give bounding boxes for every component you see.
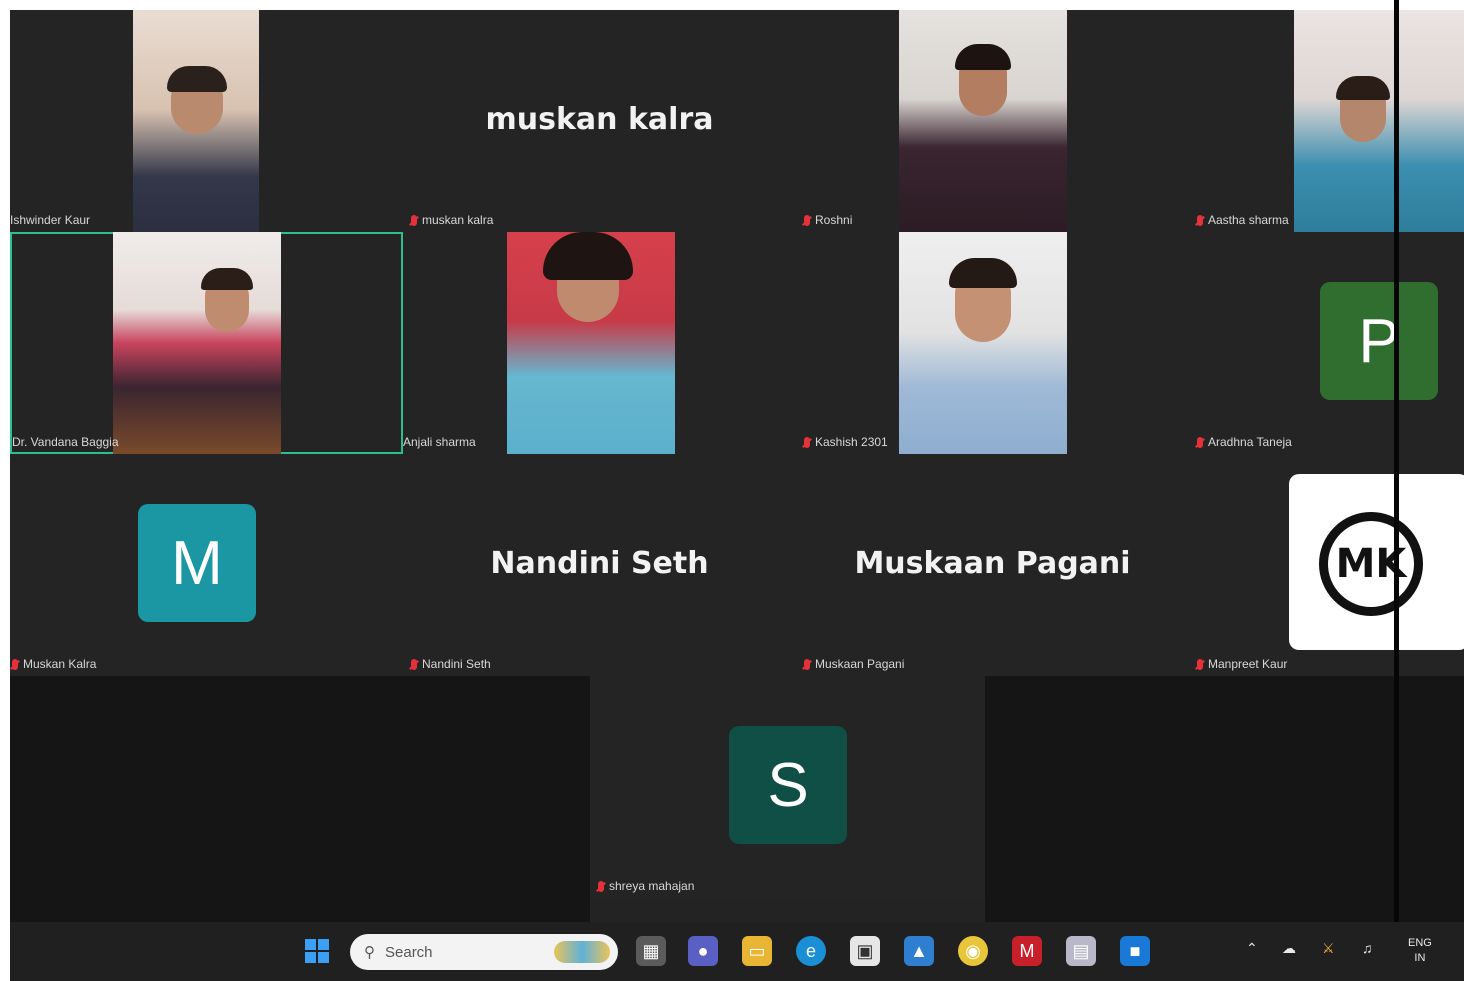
video-grid: Ishwinder Kaur muskan kalra muskan kalra… [10, 10, 1464, 922]
participant-name-label: Anjali sharma [403, 435, 476, 449]
participant-name-label: Aradhna Taneja [1197, 434, 1292, 450]
search-icon: ⚲ [364, 944, 375, 961]
windows-start-icon[interactable] [302, 936, 332, 966]
participant-tile[interactable]: M Muskan Kalra [10, 454, 403, 676]
windows-taskbar: ⚲ Search ▦ ● ▭ e ▣ ▲ ◉ M ▤ ■ ⌃ ☁ ⚔ ♫ ENG… [10, 922, 1464, 981]
participant-tile[interactable]: Muskaan Pagani Muskaan Pagani [796, 454, 1189, 676]
participant-avatar: S [729, 726, 847, 844]
taskbar-search-box[interactable]: ⚲ Search [350, 934, 618, 970]
participant-name-label: Manpreet Kaur [1197, 656, 1287, 672]
participant-tile[interactable]: Anjali sharma [403, 232, 796, 454]
folder-icon[interactable]: ▭ [742, 936, 772, 966]
participant-tile-active-speaker[interactable]: Dr. Vandana Baggia [10, 232, 403, 454]
mic-muted-icon [804, 436, 810, 448]
participant-video [113, 232, 281, 454]
participant-video [507, 232, 675, 454]
app-icon[interactable]: ▤ [1066, 936, 1096, 966]
edge-icon[interactable]: e [796, 936, 826, 966]
participant-name-label: Roshni [804, 212, 852, 228]
participant-video [899, 232, 1067, 454]
participant-name-label: muskan kalra [411, 212, 493, 228]
participant-tile[interactable]: Nandini Seth Nandini Seth [403, 454, 796, 676]
participant-avatar: M [138, 504, 256, 622]
mic-muted-icon [804, 214, 810, 226]
participant-display-name: muskan kalra [485, 102, 714, 137]
participant-name-label: Nandini Seth [411, 656, 491, 672]
participant-avatar: P [1320, 282, 1438, 400]
empty-area [10, 676, 590, 922]
participant-tile[interactable]: Ishwinder Kaur [10, 10, 403, 232]
avatar-initials: MK [1319, 512, 1423, 616]
volume-icon[interactable]: ♫ [1362, 940, 1373, 956]
empty-area [985, 676, 1464, 922]
mic-muted-icon [411, 658, 417, 670]
cloud-icon[interactable]: ☁ [1282, 940, 1296, 957]
search-highlight-icon [554, 941, 610, 963]
participant-tile[interactable]: S shreya mahajan [590, 676, 985, 898]
search-placeholder: Search [385, 943, 433, 961]
participant-name-label: Aastha sharma [1197, 212, 1289, 228]
participant-video [899, 10, 1067, 232]
chat-icon[interactable]: ■ [1120, 936, 1150, 966]
participant-name-label: shreya mahajan [598, 878, 694, 894]
region-code: IN [1414, 952, 1426, 964]
participant-name-label: Muskaan Pagani [804, 656, 904, 672]
divider-line [1394, 0, 1399, 981]
participant-tile[interactable]: muskan kalra muskan kalra [403, 10, 796, 232]
mic-muted-icon [598, 880, 604, 892]
participant-name-label: Ishwinder Kaur [10, 213, 91, 227]
participant-display-name: Muskaan Pagani [854, 546, 1131, 581]
mic-muted-icon [1197, 658, 1203, 670]
participant-tile[interactable]: Roshni [796, 10, 1189, 232]
store-icon[interactable]: ▣ [850, 936, 880, 966]
teams-icon[interactable]: ● [688, 936, 718, 966]
participant-display-name: Nandini Seth [490, 546, 709, 581]
language-indicator[interactable]: ENG IN [1408, 936, 1432, 966]
task-view-icon[interactable]: ▦ [636, 936, 666, 966]
participant-name-label: Dr. Vandana Baggia [12, 435, 119, 449]
participant-tile[interactable]: Aastha sharma [1189, 10, 1464, 232]
participant-video [1294, 10, 1464, 232]
mic-muted-icon [804, 658, 810, 670]
participant-avatar: MK [1289, 474, 1464, 650]
photos-icon[interactable]: ▲ [904, 936, 934, 966]
participant-video [133, 10, 259, 232]
participant-name-label: Muskan Kalra [12, 656, 96, 672]
chrome-icon[interactable]: ◉ [958, 936, 988, 966]
mic-muted-icon [1197, 214, 1203, 226]
network-icon[interactable]: ⚔ [1322, 940, 1335, 957]
mic-muted-icon [411, 214, 417, 226]
chevron-up-icon[interactable]: ⌃ [1246, 940, 1258, 957]
mcafee-icon[interactable]: M [1012, 936, 1042, 966]
participant-tile[interactable]: P Aradhna Taneja [1189, 232, 1464, 454]
participant-name-label: Kashish 2301 [804, 434, 888, 450]
mic-muted-icon [12, 658, 18, 670]
language-code: ENG [1408, 937, 1432, 949]
participant-tile[interactable]: MK Manpreet Kaur [1189, 454, 1464, 676]
participant-tile[interactable]: Kashish 2301 [796, 232, 1189, 454]
mic-muted-icon [1197, 436, 1203, 448]
